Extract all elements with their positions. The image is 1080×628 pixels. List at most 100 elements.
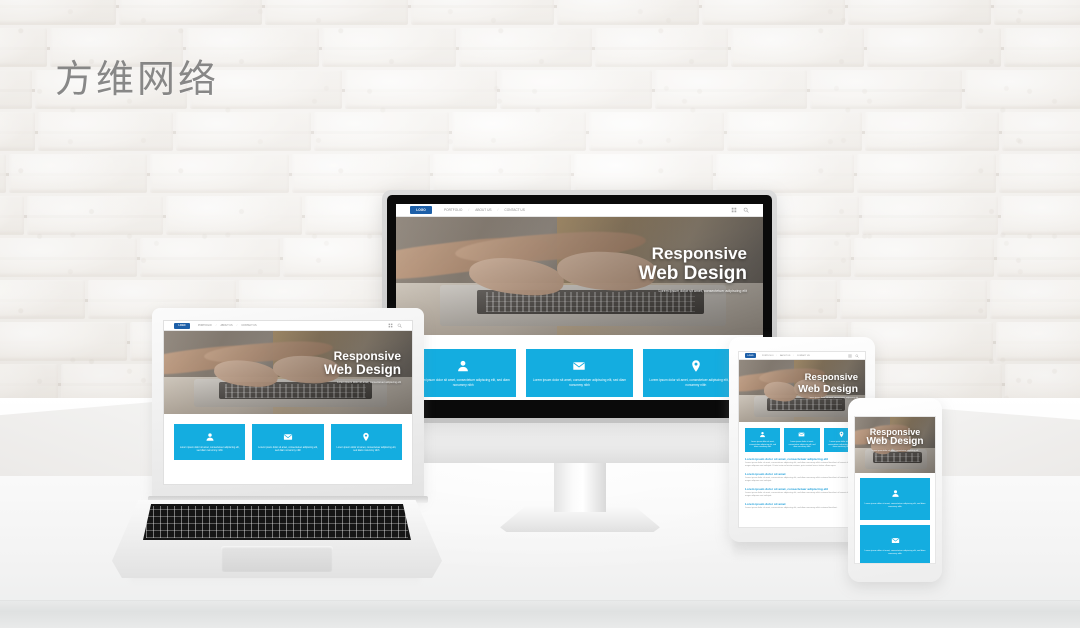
- location-pin-icon: [361, 432, 371, 442]
- feature-card[interactable]: Lorem ipsum dolor sit amet, consectetuer…: [784, 428, 820, 452]
- nav-separator: /: [776, 354, 778, 357]
- grid-icon[interactable]: [388, 323, 393, 328]
- person-icon: [205, 432, 215, 442]
- feature-card-text: Lorem ipsum dolor sit amet, consectetuer…: [179, 445, 240, 452]
- article-item: Lorem ipsum dolor sit amet, consectetuer…: [745, 457, 859, 468]
- site-nav-icons: [845, 353, 859, 358]
- search-icon[interactable]: [397, 323, 402, 328]
- search-icon[interactable]: [855, 353, 859, 358]
- nav-item-about-us[interactable]: ABOUT US: [780, 355, 790, 357]
- person-icon: [891, 489, 900, 498]
- nav-item-portfolio[interactable]: PORTFOLIO: [444, 208, 462, 212]
- feature-card-text: Lorem ipsum dolor sit amet, consectetuer…: [258, 445, 318, 452]
- article-body: Lorem ipsum dolor sit amet, consectetuer…: [745, 507, 838, 510]
- site-logo[interactable]: LOGO: [174, 322, 190, 329]
- envelope-icon: [891, 536, 900, 545]
- monitor-stand-neck: [554, 458, 606, 512]
- grid-icon[interactable]: [731, 207, 737, 213]
- hero-banner: Responsive Web Design Lorem ipsum dolor si…: [164, 331, 412, 414]
- feature-card[interactable]: Lorem ipsum dolor sit amet, consectetuer…: [174, 424, 246, 460]
- site-page-laptop: LOGO PORTFOLIO / ABOUT US / CONTACT US Respon…: [164, 321, 412, 484]
- feature-card[interactable]: Lorem ipsum dolor sit amet, consectetuer…: [526, 349, 633, 397]
- hero-title-line2: Web Design: [323, 362, 401, 377]
- nav-separator: /: [215, 324, 217, 327]
- nav-item-about-us[interactable]: ABOUT US: [220, 324, 232, 327]
- smartphone: Responsive Web Design Lorem ipsum dolor si…: [848, 398, 942, 582]
- envelope-icon: [798, 431, 805, 438]
- laptop-keyboard: [143, 504, 411, 540]
- site-logo[interactable]: LOGO: [410, 206, 432, 214]
- feature-card-text: Lorem ipsum dolor sit amet, consectetuer…: [864, 549, 926, 555]
- person-icon: [759, 431, 766, 438]
- article-body: Lorem ipsum dolor sit amet, consectetuer…: [745, 492, 853, 498]
- desk-front-edge: [0, 600, 1080, 628]
- feature-cards: Lorem ipsum dolor sit amet, consectetuer…: [739, 422, 865, 458]
- nav-item-portfolio[interactable]: PORTFOLIO: [198, 324, 212, 327]
- envelope-icon: [572, 359, 586, 373]
- site-nav-links: PORTFOLIO / ABOUT US / CONTACT US: [762, 355, 845, 357]
- hero-banner: Responsive Web Design Lorem ipsum dolor si…: [855, 417, 935, 473]
- feature-card[interactable]: Lorem ipsum dolor sit amet, consectetuer…: [252, 424, 324, 460]
- nav-separator: /: [236, 324, 238, 327]
- person-icon: [456, 359, 470, 373]
- site-nav-icons: [384, 323, 402, 328]
- hero-subtitle: Lorem ipsum dolor sit amet, consectetuer…: [658, 289, 748, 293]
- article-heading[interactable]: Lorem ipsum dolor sit amet: [745, 472, 859, 476]
- location-pin-icon: [689, 359, 703, 373]
- article-heading[interactable]: Lorem ipsum dolor sit amet, consectetuer…: [745, 457, 859, 461]
- hero-copy: Responsive Web Design Lorem ipsum dolor si…: [639, 245, 747, 293]
- feature-card-text: Lorem ipsum dolor sit amet, consectetuer…: [749, 441, 777, 449]
- laptop-trackpad: [221, 546, 333, 572]
- feature-card[interactable]: Lorem ipsum dolor sit amet, consectetuer…: [745, 428, 781, 452]
- feature-card[interactable]: Lorem ipsum dolor sit amet, consectetuer…: [860, 525, 930, 563]
- feature-cards: Lorem ipsum dolor sit amet, consectetuer…: [855, 473, 935, 563]
- article-heading[interactable]: Lorem ipsum dolor sit amet, consectetuer…: [745, 487, 859, 491]
- site-logo-label: LOGO: [178, 324, 186, 327]
- monitor-screen: LOGO PORTFOLIO / ABOUT US / CONTACT US Respon…: [396, 204, 763, 400]
- article-item: Lorem ipsum dolor sit amet, consectetuer…: [745, 487, 859, 498]
- nav-item-portfolio[interactable]: PORTFOLIO: [762, 355, 774, 357]
- site-navbar: LOGO PORTFOLIO / ABOUT US / CONTACT US: [396, 204, 763, 217]
- feature-card[interactable]: Lorem ipsum dolor sit amet, consectetuer…: [860, 478, 930, 520]
- hero-copy: Responsive Web Design Lorem ipsum dolor si…: [798, 373, 858, 399]
- site-navbar: LOGO PORTFOLIO / ABOUT US / CONTACT US: [164, 321, 412, 331]
- article-item: Lorem ipsum dolor sit amet Lorem ipsum do…: [745, 472, 859, 483]
- article-item: Lorem ipsum dolor sit amet Lorem ipsum do…: [745, 502, 859, 510]
- hero-title-line2: Web Design: [798, 382, 858, 395]
- grid-icon[interactable]: [848, 354, 852, 358]
- hero-subtitle: Lorem ipsum dolor sit amet, consectetuer…: [337, 380, 401, 384]
- article-body: Lorem ipsum dolor sit amet, consectetuer…: [745, 462, 853, 468]
- site-page-desktop: LOGO PORTFOLIO / ABOUT US / CONTACT US Respon…: [396, 204, 763, 400]
- site-nav-links: PORTFOLIO / ABOUT US / CONTACT US: [444, 208, 725, 212]
- nav-separator: /: [497, 208, 499, 212]
- article-heading[interactable]: Lorem ipsum dolor sit amet: [745, 502, 859, 506]
- laptop: LOGO PORTFOLIO / ABOUT US / CONTACT US Respon…: [112, 308, 442, 588]
- site-logo-label: LOGO: [416, 208, 426, 212]
- nav-item-contact-us[interactable]: CONTACT US: [504, 208, 524, 212]
- feature-card-text: Lorem ipsum dolor sit amet, consectetuer…: [336, 445, 397, 452]
- nav-separator: /: [793, 354, 794, 357]
- nav-item-about-us[interactable]: ABOUT US: [475, 208, 491, 212]
- hero-title-line1: Responsive: [333, 349, 401, 363]
- envelope-icon: [283, 432, 293, 442]
- feature-card[interactable]: Lorem ipsum dolor sit amet, consectetuer…: [330, 424, 402, 460]
- feature-card-text: Lorem ipsum dolor sit amet, consectetuer…: [864, 502, 926, 508]
- laptop-screen: LOGO PORTFOLIO / ABOUT US / CONTACT US Respon…: [163, 320, 413, 485]
- site-nav-icons: [725, 207, 749, 213]
- nav-item-contact-us[interactable]: CONTACT US: [797, 355, 810, 357]
- location-pin-icon: [838, 431, 845, 438]
- watermark-text: 方维网络: [55, 57, 220, 101]
- tablet-screen: LOGO PORTFOLIO / ABOUT US / CONTACT US Respon…: [738, 351, 866, 528]
- feature-cards: Lorem ipsum dolor sit amet, consectetuer…: [164, 414, 412, 470]
- article-body: Lorem ipsum dolor sit amet, consectetuer…: [745, 477, 853, 483]
- feature-card-text: Lorem ipsum dolor sit amet, consectetuer…: [532, 377, 627, 387]
- hero-title-line1: Responsive: [651, 244, 747, 263]
- search-icon[interactable]: [743, 207, 749, 213]
- nav-item-contact-us[interactable]: CONTACT US: [241, 324, 256, 327]
- hero-banner: Responsive Web Design Lorem ipsum dolor si…: [739, 360, 865, 422]
- site-logo[interactable]: LOGO: [745, 353, 756, 358]
- hero-title-line2: Web Design: [866, 436, 924, 447]
- site-nav-links: PORTFOLIO / ABOUT US / CONTACT US: [198, 324, 384, 327]
- site-logo-label: LOGO: [747, 354, 754, 357]
- hero-copy: Responsive Web Design Lorem ipsum dolor si…: [324, 350, 401, 384]
